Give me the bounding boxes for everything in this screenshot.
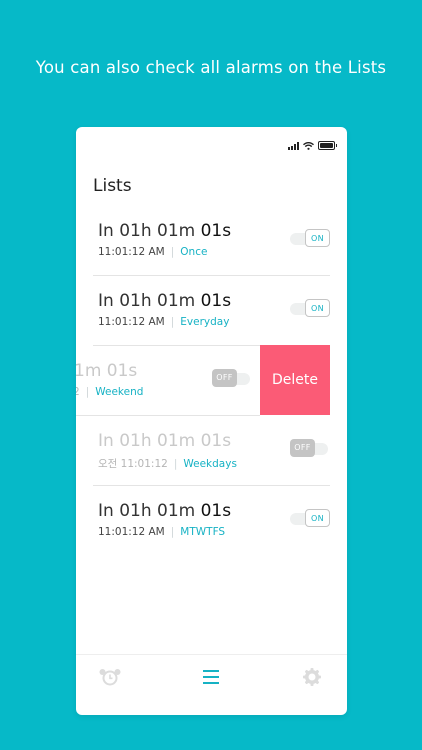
- tab-alarm[interactable]: [98, 665, 122, 689]
- alarm-details: 2|Weekend: [76, 386, 144, 398]
- battery-icon: [318, 141, 337, 150]
- alarm-toggle[interactable]: ON: [290, 299, 330, 317]
- alarm-clock-icon: [99, 669, 121, 686]
- alarm-details: 11:01:12 AM | Everyday: [98, 316, 230, 328]
- status-bar: [288, 141, 337, 150]
- alarm-countdown: In 01h 01m 01s: [98, 431, 232, 451]
- alarm-row-1[interactable]: In 01h 01m 01s 11:01:12 AM | Once ON: [93, 205, 330, 276]
- alarm-repeat: MTWTFS: [180, 526, 226, 538]
- list-icon: [203, 670, 219, 684]
- alarm-toggle[interactable]: ON: [290, 509, 330, 527]
- alarm-repeat: Weekdays: [183, 458, 237, 470]
- alarm-toggle[interactable]: OFF: [212, 369, 252, 387]
- delete-button[interactable]: Delete: [260, 345, 330, 415]
- alarm-repeat: Once: [180, 246, 208, 258]
- phone-screen: Lists In 01h 01m 01s 11:01:12 AM | Once ON…: [76, 127, 347, 715]
- gear-icon: [303, 668, 321, 686]
- page-title: Lists: [93, 176, 132, 196]
- alarm-toggle[interactable]: ON: [290, 229, 330, 247]
- signal-icon: [288, 141, 299, 150]
- wifi-icon: [303, 141, 314, 150]
- alarm-row-4[interactable]: In 01h 01m 01s 오전 11:01:12 | Weekdays OFF: [93, 415, 330, 486]
- alarm-countdown: In 01h 01m 01s: [98, 291, 232, 311]
- tab-bar: [76, 654, 347, 715]
- tab-list[interactable]: [199, 665, 223, 689]
- alarm-details: 11:01:12 AM | MTWTFS: [98, 526, 226, 538]
- alarm-countdown: In 01h 01m 01s: [98, 501, 232, 521]
- alarm-row-3-swiped[interactable]: 1m 01s 2|Weekend OFF: [76, 345, 260, 416]
- alarm-repeat: Weekend: [95, 386, 144, 398]
- alarm-row-5[interactable]: In 01h 01m 01s 11:01:12 AM | MTWTFS ON: [93, 485, 330, 555]
- tab-settings[interactable]: [300, 665, 324, 689]
- alarm-repeat: Everyday: [180, 316, 230, 328]
- alarm-row-2[interactable]: In 01h 01m 01s 11:01:12 AM | Everyday ON: [93, 275, 330, 346]
- alarm-details: 오전 11:01:12 | Weekdays: [98, 458, 237, 470]
- alarm-toggle[interactable]: OFF: [290, 439, 330, 457]
- alarm-details: 11:01:12 AM | Once: [98, 246, 208, 258]
- alarm-countdown: 1m 01s: [76, 361, 138, 381]
- headline: You can also check all alarms on the Lis…: [35, 58, 387, 77]
- alarm-countdown: In 01h 01m 01s: [98, 221, 232, 241]
